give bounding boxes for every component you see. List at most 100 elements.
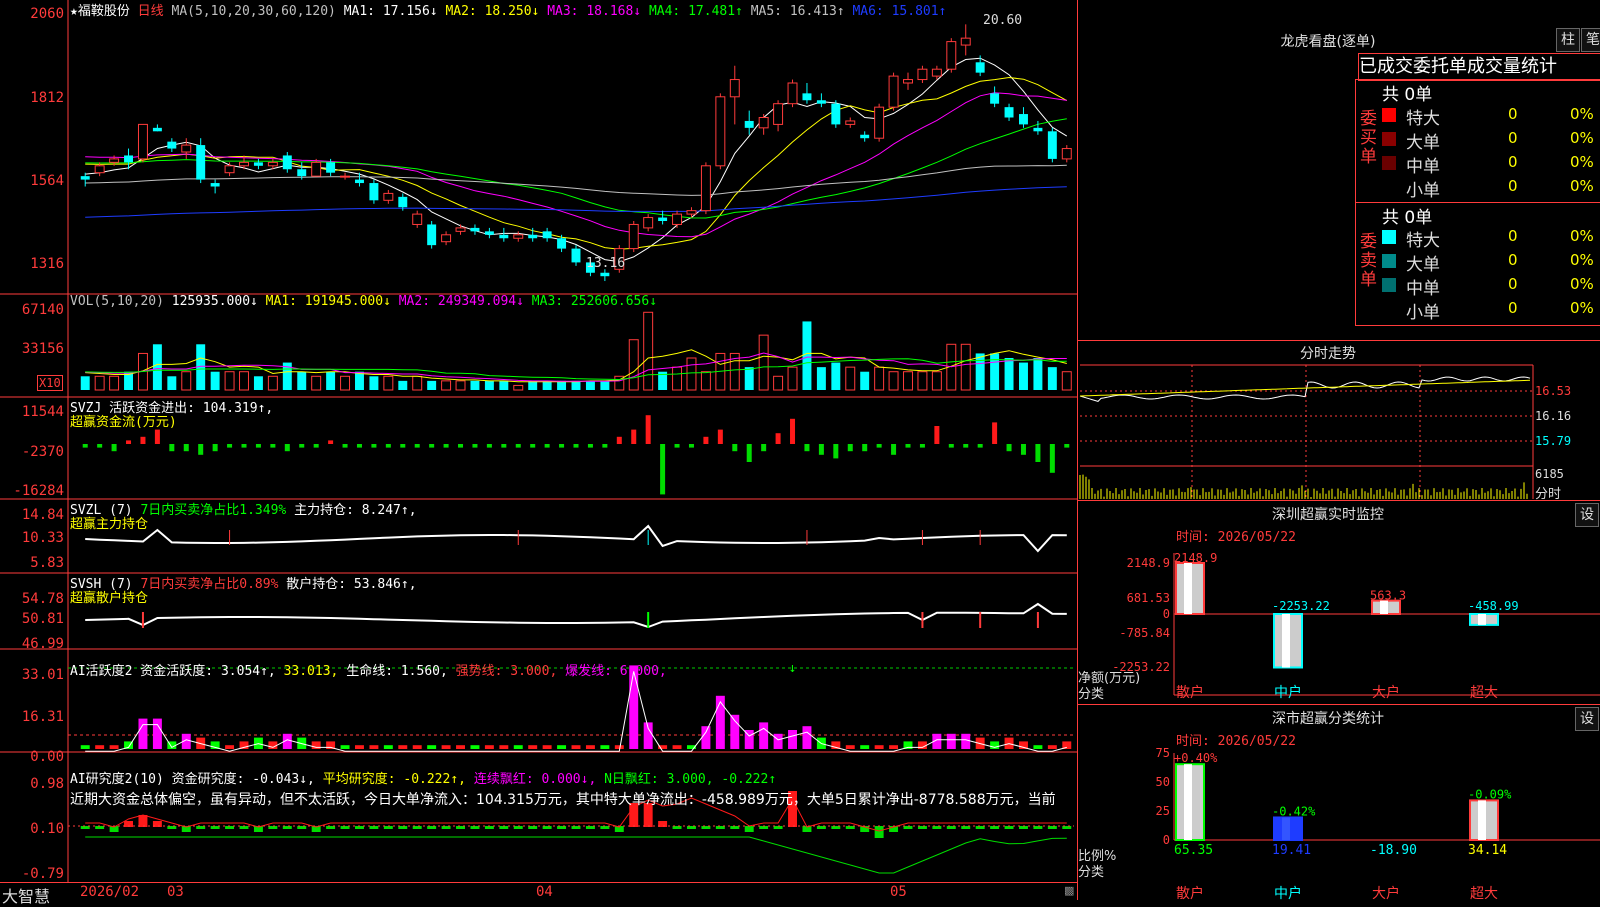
row-pct: 0% bbox=[1570, 227, 1594, 245]
fund-flow-bar bbox=[674, 444, 680, 448]
ai-active-ytick: 16.31 bbox=[21, 709, 64, 725]
period-label[interactable]: 日线 bbox=[138, 4, 164, 19]
volume-bar bbox=[109, 375, 120, 391]
fund-flow-bar bbox=[255, 444, 261, 448]
date-label: 05 bbox=[890, 884, 907, 900]
candle-body bbox=[369, 183, 379, 201]
ai-active-bar bbox=[340, 745, 350, 749]
main-ytick: 1812 bbox=[30, 90, 64, 106]
monitor-category: 中户 bbox=[1274, 684, 1302, 701]
fund-flow-bar bbox=[862, 444, 868, 452]
ma4-label: MA4: 17.481↑ bbox=[648, 4, 743, 19]
svsh-ytick: 46.99 bbox=[21, 636, 64, 652]
ai-active-ytick: 0.00 bbox=[30, 749, 64, 765]
ai-active-bar bbox=[225, 745, 235, 749]
classify-bar-bottom-label: -18.90 bbox=[1370, 843, 1417, 858]
date-axis[interactable]: 大智慧 2026/02 03 04 05 ▩ bbox=[0, 882, 1077, 906]
candle-body bbox=[931, 68, 942, 77]
classify-bar-highlight bbox=[1184, 764, 1192, 840]
classify-bar-top-label: +0.40% bbox=[1174, 751, 1218, 765]
ai-active-legend-c: 生命线: 1.560, bbox=[346, 664, 448, 679]
monitor-bar-label: 563.3 bbox=[1370, 589, 1406, 603]
intraday-price-tick: 16.53 bbox=[1535, 384, 1572, 398]
tick-mode-button[interactable]: 笔 bbox=[1581, 28, 1600, 52]
volume-bar bbox=[383, 375, 394, 391]
row-name: 特大 bbox=[1406, 109, 1440, 129]
buy-label: 委买单 bbox=[1360, 109, 1377, 167]
longhu-panel: 龙虎看盘(逐单) 柱 笔 已成交委托单成交量统计 委买单 委卖单 共 0单 共 … bbox=[1078, 0, 1600, 340]
candle-body bbox=[196, 145, 206, 180]
volume-bar bbox=[787, 366, 798, 391]
fund-flow-bar bbox=[833, 444, 839, 459]
ai-active-legend: AI活跃度2 资金活跃度: 3.054↑, 33.013, 生命线: 1.560… bbox=[70, 660, 667, 679]
volume-bar bbox=[874, 366, 885, 391]
ai-active-bar bbox=[759, 722, 769, 749]
ai-research-green-line bbox=[85, 836, 1067, 874]
ai-active-bar bbox=[874, 745, 884, 749]
fund-flow-bar bbox=[703, 436, 709, 444]
ai-active-bar bbox=[788, 730, 797, 749]
svsh-legend-b: 7日内买卖净占比0.89% bbox=[140, 577, 279, 592]
sz-monitor-panel: 深圳超赢实时监控 设 时间: 2026/05/22 2148.9 681.53 0-… bbox=[1078, 500, 1600, 705]
fund-flow-bar bbox=[501, 444, 507, 448]
fund-flow-bar bbox=[992, 422, 998, 444]
ai-active-bar bbox=[1047, 745, 1057, 749]
ai-active-legend-d: 强势线: 3.000, bbox=[455, 664, 558, 679]
row-swatch bbox=[1382, 278, 1396, 292]
fund-flow-bar bbox=[1006, 444, 1012, 452]
ai-active-bar bbox=[470, 745, 480, 749]
candle-body bbox=[542, 231, 552, 239]
ai-active-bar bbox=[441, 745, 451, 749]
volume-bar bbox=[672, 366, 683, 391]
fund-flow-bar bbox=[573, 444, 579, 448]
volume-bar bbox=[253, 376, 263, 390]
volume-bar bbox=[845, 366, 856, 391]
ma-params: MA(5,10,20,30,60,120) bbox=[171, 4, 336, 19]
date-label: 04 bbox=[536, 884, 553, 900]
ai-active-bar bbox=[773, 733, 783, 749]
ai-active-bar bbox=[542, 745, 552, 749]
logo-text: 大智慧 bbox=[2, 887, 51, 906]
fund-flow-bar bbox=[97, 444, 103, 448]
chart-area[interactable]: ↓↓ ★福鞍股份 日线 MA(5,10,20,30,60,120) MA1: 1… bbox=[0, 0, 1077, 882]
classify-bar-bottom-label: 65.35 bbox=[1174, 843, 1213, 858]
candle-body bbox=[874, 106, 885, 139]
sz-monitor-unit-b: 分类 bbox=[1078, 687, 1105, 702]
volume-bar bbox=[643, 311, 654, 391]
volume-bar bbox=[398, 380, 408, 390]
intraday-panel[interactable]: 分时走势 16.53 16.16 15.79 6185 分时 bbox=[1078, 340, 1600, 502]
volume-bar bbox=[860, 371, 870, 390]
svsh-ytick: 50.81 bbox=[21, 611, 64, 627]
row-pct: 0% bbox=[1570, 105, 1594, 123]
bar-mode-button[interactable]: 柱 bbox=[1556, 28, 1580, 52]
candle-body bbox=[831, 103, 841, 125]
row-pct: 0% bbox=[1570, 299, 1594, 317]
row-name: 大单 bbox=[1406, 255, 1440, 275]
fund-flow-bar bbox=[429, 444, 435, 448]
volume-bar bbox=[1047, 367, 1057, 390]
stock-name[interactable]: ★福鞍股份 bbox=[70, 4, 130, 19]
fund-flow-bar bbox=[515, 444, 521, 448]
volume-bar bbox=[816, 367, 826, 390]
volume-bar bbox=[94, 375, 105, 391]
fund-flow-bar bbox=[544, 444, 550, 448]
volume-bar bbox=[369, 376, 379, 390]
volume-bar bbox=[427, 380, 437, 390]
vol-ma3: MA3: 252606.656↓ bbox=[531, 294, 658, 309]
fund-flow-bar bbox=[299, 444, 305, 448]
fund-flow-bar bbox=[746, 444, 752, 462]
svzj-ytick: 11544 bbox=[21, 404, 64, 420]
ma5-label: MA5: 16.413↑ bbox=[750, 4, 845, 19]
ai-active-bar bbox=[499, 745, 509, 749]
volume-bar bbox=[1033, 358, 1043, 390]
candle-body bbox=[412, 213, 423, 225]
classify-category: 中户 bbox=[1274, 885, 1302, 901]
sz-monitor-chart: 2148.9681.530-785.84-2253.222148.9散户-225… bbox=[1112, 551, 1600, 701]
monitor-bar-label: -458.99 bbox=[1468, 599, 1519, 613]
volume-bar bbox=[167, 376, 177, 390]
fund-flow-bar bbox=[919, 444, 925, 448]
candle-body bbox=[658, 217, 668, 221]
svzl-ytick: 14.84 bbox=[21, 507, 64, 523]
monitor-bar-highlight bbox=[1478, 614, 1486, 625]
candle-body bbox=[860, 134, 870, 139]
